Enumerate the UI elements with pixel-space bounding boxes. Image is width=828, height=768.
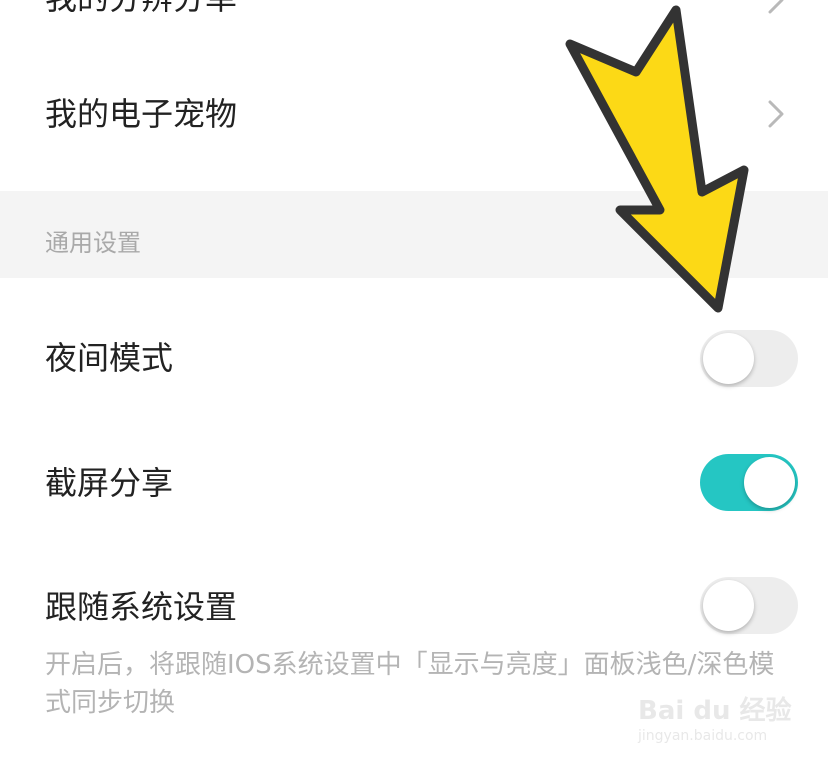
night-mode-toggle[interactable] — [700, 330, 798, 387]
screenshot-share-label: 截屏分享 — [45, 464, 174, 502]
toggle-knob — [744, 457, 795, 508]
list-item-partial-label: 我的分辨分单 — [45, 0, 237, 18]
screenshot-share-toggle[interactable] — [700, 454, 798, 511]
section-title-general: 通用设置 — [45, 229, 141, 257]
chevron-right-icon — [768, 0, 784, 14]
list-item-partial[interactable]: 我的分辨分单 — [0, 0, 828, 60]
chevron-right-icon — [768, 100, 784, 128]
list-item-electronic-pet[interactable]: 我的电子宠物 — [0, 72, 828, 160]
baidu-watermark-logo: Bai du 经验 jingyan.baidu.com — [636, 676, 806, 756]
watermark-brand: Bai du 经验 — [638, 696, 792, 726]
night-mode-label: 夜间模式 — [45, 339, 174, 377]
follow-system-label: 跟随系统设置 — [45, 588, 238, 626]
toggle-knob — [703, 333, 754, 384]
list-item-electronic-pet-label: 我的电子宠物 — [45, 95, 238, 133]
setting-row-follow-system: 跟随系统设置 — [0, 566, 828, 646]
setting-row-screenshot-share: 截屏分享 — [0, 442, 828, 522]
watermark-url: jingyan.baidu.com — [638, 728, 768, 744]
settings-screen: 我的分辨分单 我的电子宠物 通用设置 夜间模式 截屏分享 跟随系统设置 开启后，… — [0, 0, 828, 768]
toggle-knob — [703, 580, 754, 631]
setting-row-night-mode: 夜间模式 — [0, 318, 828, 398]
follow-system-toggle[interactable] — [700, 577, 798, 634]
